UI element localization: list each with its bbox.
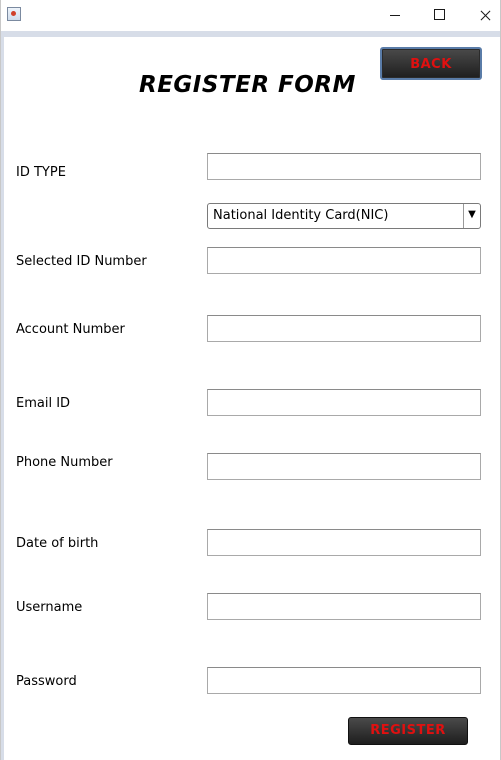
id-type-field[interactable] <box>207 153 481 180</box>
id-type-label: ID TYPE <box>16 165 66 180</box>
chevron-down-icon[interactable]: ▼ <box>463 204 480 228</box>
username-field[interactable] <box>207 593 481 620</box>
register-button[interactable]: REGISTER <box>348 717 468 745</box>
password-field[interactable] <box>207 667 481 694</box>
java-app-icon <box>7 7 21 21</box>
form-panel: REGISTER FORM BACK ID TYPE National Iden… <box>4 37 500 760</box>
password-label: Password <box>16 674 77 689</box>
phone-label: Phone Number <box>16 455 113 470</box>
dob-label: Date of birth <box>16 536 99 551</box>
title-bar <box>1 0 500 31</box>
email-field[interactable] <box>207 389 481 416</box>
dob-field[interactable] <box>207 529 481 556</box>
email-label: Email ID <box>16 396 71 411</box>
close-button[interactable] <box>462 0 501 31</box>
account-number-label: Account Number <box>16 322 125 337</box>
back-button[interactable]: BACK <box>380 47 482 80</box>
register-window: REGISTER FORM BACK ID TYPE National Iden… <box>0 0 501 760</box>
page-title: REGISTER FORM <box>139 72 356 98</box>
username-label: Username <box>16 600 83 615</box>
selected-id-number-label: Selected ID Number <box>16 254 147 269</box>
maximize-button[interactable] <box>416 0 462 31</box>
account-number-field[interactable] <box>207 315 481 342</box>
id-type-select-value: National Identity Card(NIC) <box>213 208 389 223</box>
id-type-select[interactable]: National Identity Card(NIC) ▼ <box>207 203 481 229</box>
minimize-button[interactable] <box>370 0 416 31</box>
phone-field[interactable] <box>207 453 481 480</box>
selected-id-number-field[interactable] <box>207 247 481 274</box>
